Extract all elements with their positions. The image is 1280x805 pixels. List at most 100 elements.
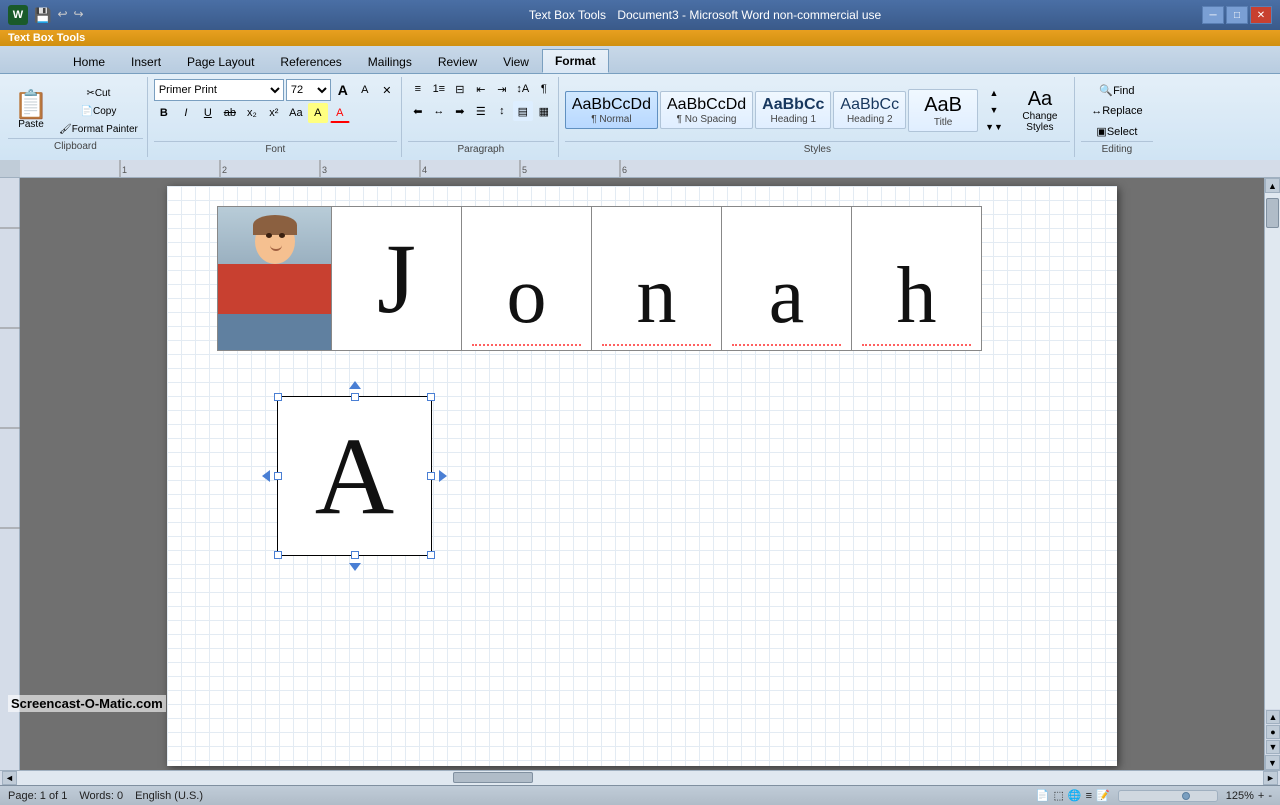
handle-br[interactable] — [427, 551, 435, 559]
tab-page-layout[interactable]: Page Layout — [174, 49, 267, 73]
numbering-button[interactable]: 1≡ — [429, 79, 449, 99]
view-full[interactable]: ⬚ — [1054, 789, 1064, 802]
multilevel-button[interactable]: ⊟ — [450, 79, 470, 99]
styles-scroll-up[interactable]: ▲ — [980, 85, 1008, 101]
quick-undo[interactable]: ↩ — [57, 7, 67, 24]
handle-tl[interactable] — [274, 393, 282, 401]
tab-home[interactable]: Home — [60, 49, 118, 73]
scroll-next-page[interactable]: ▼ — [1266, 740, 1280, 754]
h-scroll-right-button[interactable]: ► — [1263, 771, 1278, 785]
cut-button[interactable]: ✂ Cut — [54, 85, 143, 102]
scroll-prev-page[interactable]: ▲ — [1266, 710, 1280, 724]
tab-mailings[interactable]: Mailings — [355, 49, 425, 73]
zoom-out-button[interactable]: - — [1268, 790, 1272, 802]
tab-insert[interactable]: Insert — [118, 49, 174, 73]
font-color-button[interactable]: A — [330, 103, 350, 123]
style-heading2-button[interactable]: AaBbCc Heading 2 — [833, 91, 906, 129]
handle-tm[interactable] — [351, 393, 359, 401]
textbox-a[interactable]: A — [277, 396, 432, 556]
italic-button[interactable]: I — [176, 103, 196, 123]
document-page[interactable]: J o n a h A — [167, 186, 1117, 766]
h-scroll-thumb[interactable] — [453, 772, 533, 783]
document-title: Document3 - Microsoft Word non-commercia… — [617, 8, 881, 22]
close-button[interactable]: ✕ — [1250, 6, 1272, 24]
view-draft[interactable]: 📝 — [1096, 789, 1110, 802]
superscript-button[interactable]: x² — [264, 103, 284, 123]
style-title-sample: AaB — [924, 93, 962, 117]
font-size-select[interactable]: 72 — [286, 79, 331, 101]
tab-review[interactable]: Review — [425, 49, 490, 73]
handle-mr[interactable] — [427, 472, 435, 480]
handle-ml[interactable] — [274, 472, 282, 480]
tab-format[interactable]: Format — [542, 49, 609, 73]
show-hide-button[interactable]: ¶ — [534, 79, 554, 99]
scroll-thumb-vertical[interactable] — [1266, 198, 1279, 228]
change-styles-button[interactable]: Aa ChangeStyles — [1010, 84, 1070, 137]
border-button[interactable]: ▦ — [534, 101, 554, 121]
scroll-up-button[interactable]: ▲ — [1265, 178, 1280, 193]
zoom-slider[interactable] — [1118, 790, 1218, 802]
h-scroll-track — [17, 771, 1263, 785]
paragraph-label: Paragraph — [408, 141, 554, 155]
grow-font-button[interactable]: A — [333, 80, 353, 100]
increase-indent-button[interactable]: ⇥ — [492, 79, 512, 99]
style-title-label: Title — [934, 117, 953, 128]
shading-button[interactable]: ▤ — [513, 101, 533, 121]
clipboard-group: 📋 Paste ✂ Cut 📄 Copy 🖌 Format Painter Cl… — [4, 77, 148, 157]
watermark: Screencast-O-Matic.com — [8, 695, 166, 712]
view-print[interactable]: 📄 — [1036, 789, 1050, 802]
style-title-button[interactable]: AaB Title — [908, 89, 978, 132]
view-outline[interactable]: ≡ — [1086, 790, 1092, 802]
quick-save[interactable]: 💾 — [34, 7, 51, 24]
titlebar: W 💾 ↩ ↪ Text Box Tools Document3 - Micro… — [0, 0, 1280, 30]
clear-format-button[interactable]: ✕ — [377, 80, 397, 100]
select-button[interactable]: ▣ Select — [1086, 122, 1147, 141]
tab-references[interactable]: References — [267, 49, 354, 73]
subscript-button[interactable]: x₂ — [242, 103, 262, 123]
scroll-select-browse[interactable]: ● — [1266, 725, 1280, 739]
strikethrough-button[interactable]: ab — [220, 103, 240, 123]
find-button[interactable]: 🔍 Find — [1086, 81, 1147, 100]
ribbon-tabs: Home Insert Page Layout References Maili… — [0, 46, 1280, 74]
maximize-button[interactable]: □ — [1226, 6, 1248, 24]
change-styles-label: ChangeStyles — [1022, 111, 1057, 133]
copy-button[interactable]: 📄 Copy — [54, 103, 143, 120]
align-left-button[interactable]: ⬅ — [408, 101, 428, 121]
handle-tr[interactable] — [427, 393, 435, 401]
bold-button[interactable]: B — [154, 103, 174, 123]
bullets-button[interactable]: ≡ — [408, 79, 428, 99]
minimize-button[interactable]: ─ — [1202, 6, 1224, 24]
font-name-select[interactable]: Primer Print — [154, 79, 284, 101]
decrease-indent-button[interactable]: ⇤ — [471, 79, 491, 99]
highlight-button[interactable]: A — [308, 103, 328, 123]
align-right-button[interactable]: ➡ — [450, 101, 470, 121]
styles-label: Styles — [565, 141, 1070, 155]
change-case-button[interactable]: Aa — [286, 103, 306, 123]
styles-more[interactable]: ▼▼ — [980, 119, 1008, 135]
editing-group: 🔍 Find ↔ Replace ▣ Select Editing — [1077, 77, 1157, 157]
handle-bl[interactable] — [274, 551, 282, 559]
paste-button[interactable]: 📋 Paste — [8, 83, 54, 138]
style-heading1-button[interactable]: AaBbCc Heading 1 — [755, 91, 831, 129]
line-spacing-button[interactable]: ↕ — [492, 101, 512, 121]
zoom-thumb[interactable] — [1182, 792, 1190, 800]
format-painter-button[interactable]: 🖌 Format Painter — [54, 121, 143, 138]
view-web[interactable]: 🌐 — [1068, 789, 1082, 802]
align-center-button[interactable]: ↔ — [429, 101, 449, 121]
zoom-in-button[interactable]: + — [1258, 790, 1264, 802]
sort-button[interactable]: ↕A — [513, 79, 533, 99]
h-scroll-left-button[interactable]: ◄ — [2, 771, 17, 785]
quick-redo[interactable]: ↪ — [74, 7, 84, 24]
styles-scroll-down[interactable]: ▼ — [980, 102, 1008, 118]
replace-button[interactable]: ↔ Replace — [1086, 102, 1147, 120]
style-nospacing-button[interactable]: AaBbCcDd ¶ No Spacing — [660, 91, 753, 129]
scroll-down-button[interactable]: ▼ — [1265, 755, 1280, 770]
style-nospacing-label: ¶ No Spacing — [677, 114, 737, 125]
justify-button[interactable]: ☰ — [471, 101, 491, 121]
handle-bm[interactable] — [351, 551, 359, 559]
style-normal-button[interactable]: AaBbCcDd ¶ Normal — [565, 91, 658, 129]
vertical-ruler — [0, 178, 20, 770]
shrink-font-button[interactable]: A — [355, 80, 375, 100]
tab-view[interactable]: View — [490, 49, 542, 73]
underline-button[interactable]: U — [198, 103, 218, 123]
